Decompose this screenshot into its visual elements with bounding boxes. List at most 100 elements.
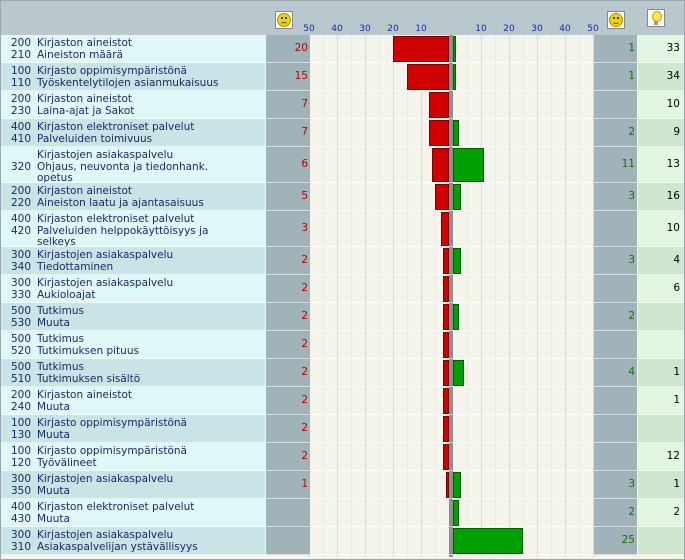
row-code: 200 <box>11 37 32 49</box>
idea-count-cell <box>638 303 684 331</box>
row-code: 110 <box>11 76 32 89</box>
positive-bar <box>453 64 456 90</box>
negative-count-cell: 2 <box>266 303 310 331</box>
row-label: 400 Kirjaston elektroniset palvelut 420 Pal… <box>1 211 265 248</box>
row-code: 100 <box>11 445 32 457</box>
row-text: Kirjaston aineistot <box>37 389 132 401</box>
negative-count-cell: 1 <box>266 471 310 499</box>
row-text: Kirjaston elektroniset palvelut <box>37 121 195 133</box>
positive-bar <box>453 120 459 146</box>
row-code: 200 <box>11 93 32 105</box>
positive-bar <box>453 528 523 554</box>
row-label: 400 Kirjaston elektroniset palvelut 410 Pal… <box>1 119 265 147</box>
row-label: 200 Kirjaston aineistot 210 Aineiston määrä <box>1 35 265 63</box>
row-text: Kirjastojen asiakaspalvelu <box>37 473 174 485</box>
positive-count: 4 <box>628 366 635 378</box>
negative-count: 2 <box>301 282 308 294</box>
row-divider <box>1 554 684 555</box>
idea-count-cell: 4 <box>638 247 684 275</box>
row-label-line: 310 Asiakaspalvelijan ystävällisyys <box>11 540 198 554</box>
positive-bar <box>453 184 462 210</box>
row-label: 400 Kirjaston elektroniset palvelut 430 Muu… <box>1 499 265 527</box>
positive-count-cell: 1 <box>594 63 637 91</box>
negative-bar <box>429 120 449 146</box>
row-text: Kirjastojen asiakaspalvelu <box>37 277 174 289</box>
row-text: Aukioloajat <box>37 288 96 301</box>
negative-count-cell: 15 <box>266 63 310 91</box>
row-text: Kirjaston aineistot <box>37 185 132 197</box>
positive-count: 11 <box>621 158 635 170</box>
idea-count: 10 <box>666 98 680 110</box>
row-text: Tutkimuksen sisältö <box>37 372 141 385</box>
row-code: 400 <box>11 213 32 225</box>
row-text: Kirjasto oppimisympäristönä <box>37 445 187 457</box>
row-text: Asiakaspalvelijan ystävällisyys <box>37 540 198 553</box>
row-code: 330 <box>11 288 32 301</box>
negative-count-cell: 7 <box>266 91 310 119</box>
row-code: 520 <box>11 344 32 357</box>
row-code: 500 <box>11 305 32 317</box>
row-label: 200 Kirjaston aineistot 240 Muuta <box>1 387 265 415</box>
positive-count-cell <box>594 443 637 471</box>
positive-count-cell <box>594 415 637 443</box>
chart-row: 100 Kirjasto oppimisympäristönä 130 Muuta 2 <box>1 415 684 443</box>
row-label: 300 Kirjastojen asiakaspalvelu 330 Aukioloa… <box>1 275 265 303</box>
row-text: Kirjaston aineistot <box>37 93 132 105</box>
row-label-line: 200 Kirjaston aineistot <box>11 389 132 402</box>
positive-count: 2 <box>628 506 635 518</box>
positive-bar <box>453 36 456 62</box>
row-text: Ohjaus, neuvonta ja tiedonhank. <box>37 160 209 173</box>
row-text: Tutkimuksen pituus <box>37 344 139 357</box>
negative-count-cell: 2 <box>266 247 310 275</box>
idea-count-cell: 1 <box>638 471 684 499</box>
row-label-line: 410 Palveluiden toimivuus <box>11 133 152 146</box>
idea-count: 12 <box>666 450 680 462</box>
negative-bar <box>432 148 449 182</box>
row-text: Muuta <box>37 316 70 329</box>
row-code: 300 <box>11 249 32 261</box>
row-text: Palveluiden helppokäyttöisyys ja <box>37 224 209 237</box>
sad-face-icon <box>275 11 293 29</box>
positive-bar <box>453 148 484 182</box>
idea-count: 1 <box>673 394 680 406</box>
row-code: 120 <box>11 456 32 469</box>
row-code: 310 <box>11 540 32 553</box>
row-label: 200 Kirjaston aineistot 230 Laina-ajat ja S… <box>1 91 265 119</box>
positive-bar <box>453 248 462 274</box>
row-label: 100 Kirjasto oppimisympäristönä 130 Muuta <box>1 415 265 443</box>
chart-header: 50 40 30 20 10 10 20 30 40 50 <box>1 1 684 35</box>
row-label-line: 520 Tutkimuksen pituus <box>11 344 139 358</box>
negative-count-cell: 2 <box>266 359 310 387</box>
row-label-line: 210 Aineiston määrä <box>11 49 123 62</box>
chart-row: 200 Kirjaston aineistot 230 Laina-ajat ja S… <box>1 91 684 119</box>
row-code: 300 <box>11 529 32 541</box>
lightbulb-icon <box>647 9 665 27</box>
idea-count-cell: 1 <box>638 387 684 415</box>
row-label: 500 Tutkimus 530 Muuta <box>1 303 265 331</box>
row-text: Tiedottaminen <box>37 260 114 273</box>
negative-bar <box>443 248 449 274</box>
row-label-line: 220 Aineiston laatu ja ajantasaisuus <box>11 196 204 210</box>
row-code: 350 <box>11 484 32 497</box>
positive-count-cell <box>594 275 637 303</box>
negative-bar <box>443 416 449 442</box>
negative-count-cell: 2 <box>266 415 310 443</box>
row-text: Muuta <box>37 484 70 497</box>
row-code: 530 <box>11 316 32 329</box>
row-label-line: 510 Tutkimuksen sisältö <box>11 372 141 386</box>
row-label-line: 230 Laina-ajat ja Sakot <box>11 105 134 118</box>
row-code: 300 <box>11 473 32 485</box>
row-text: Aineiston laatu ja ajantasaisuus <box>37 196 204 209</box>
negative-count-cell: 7 <box>266 119 310 147</box>
row-code: 400 <box>11 501 32 513</box>
negative-count-cell: 2 <box>266 331 310 359</box>
positive-count: 3 <box>628 190 635 202</box>
idea-count-cell: 9 <box>638 119 684 147</box>
negative-count-cell <box>266 499 310 527</box>
idea-count-cell: 13 <box>638 147 684 183</box>
positive-count: 1 <box>628 70 635 82</box>
idea-count: 1 <box>673 478 680 490</box>
positive-count-cell: 3 <box>594 183 637 211</box>
row-label: 300 Kirjastojen asiakaspalvelu 340 Tiedotta… <box>1 247 265 275</box>
row-label: Kirjastojen asiakaspalvelu 320 Ohjaus, neu… <box>1 147 265 184</box>
